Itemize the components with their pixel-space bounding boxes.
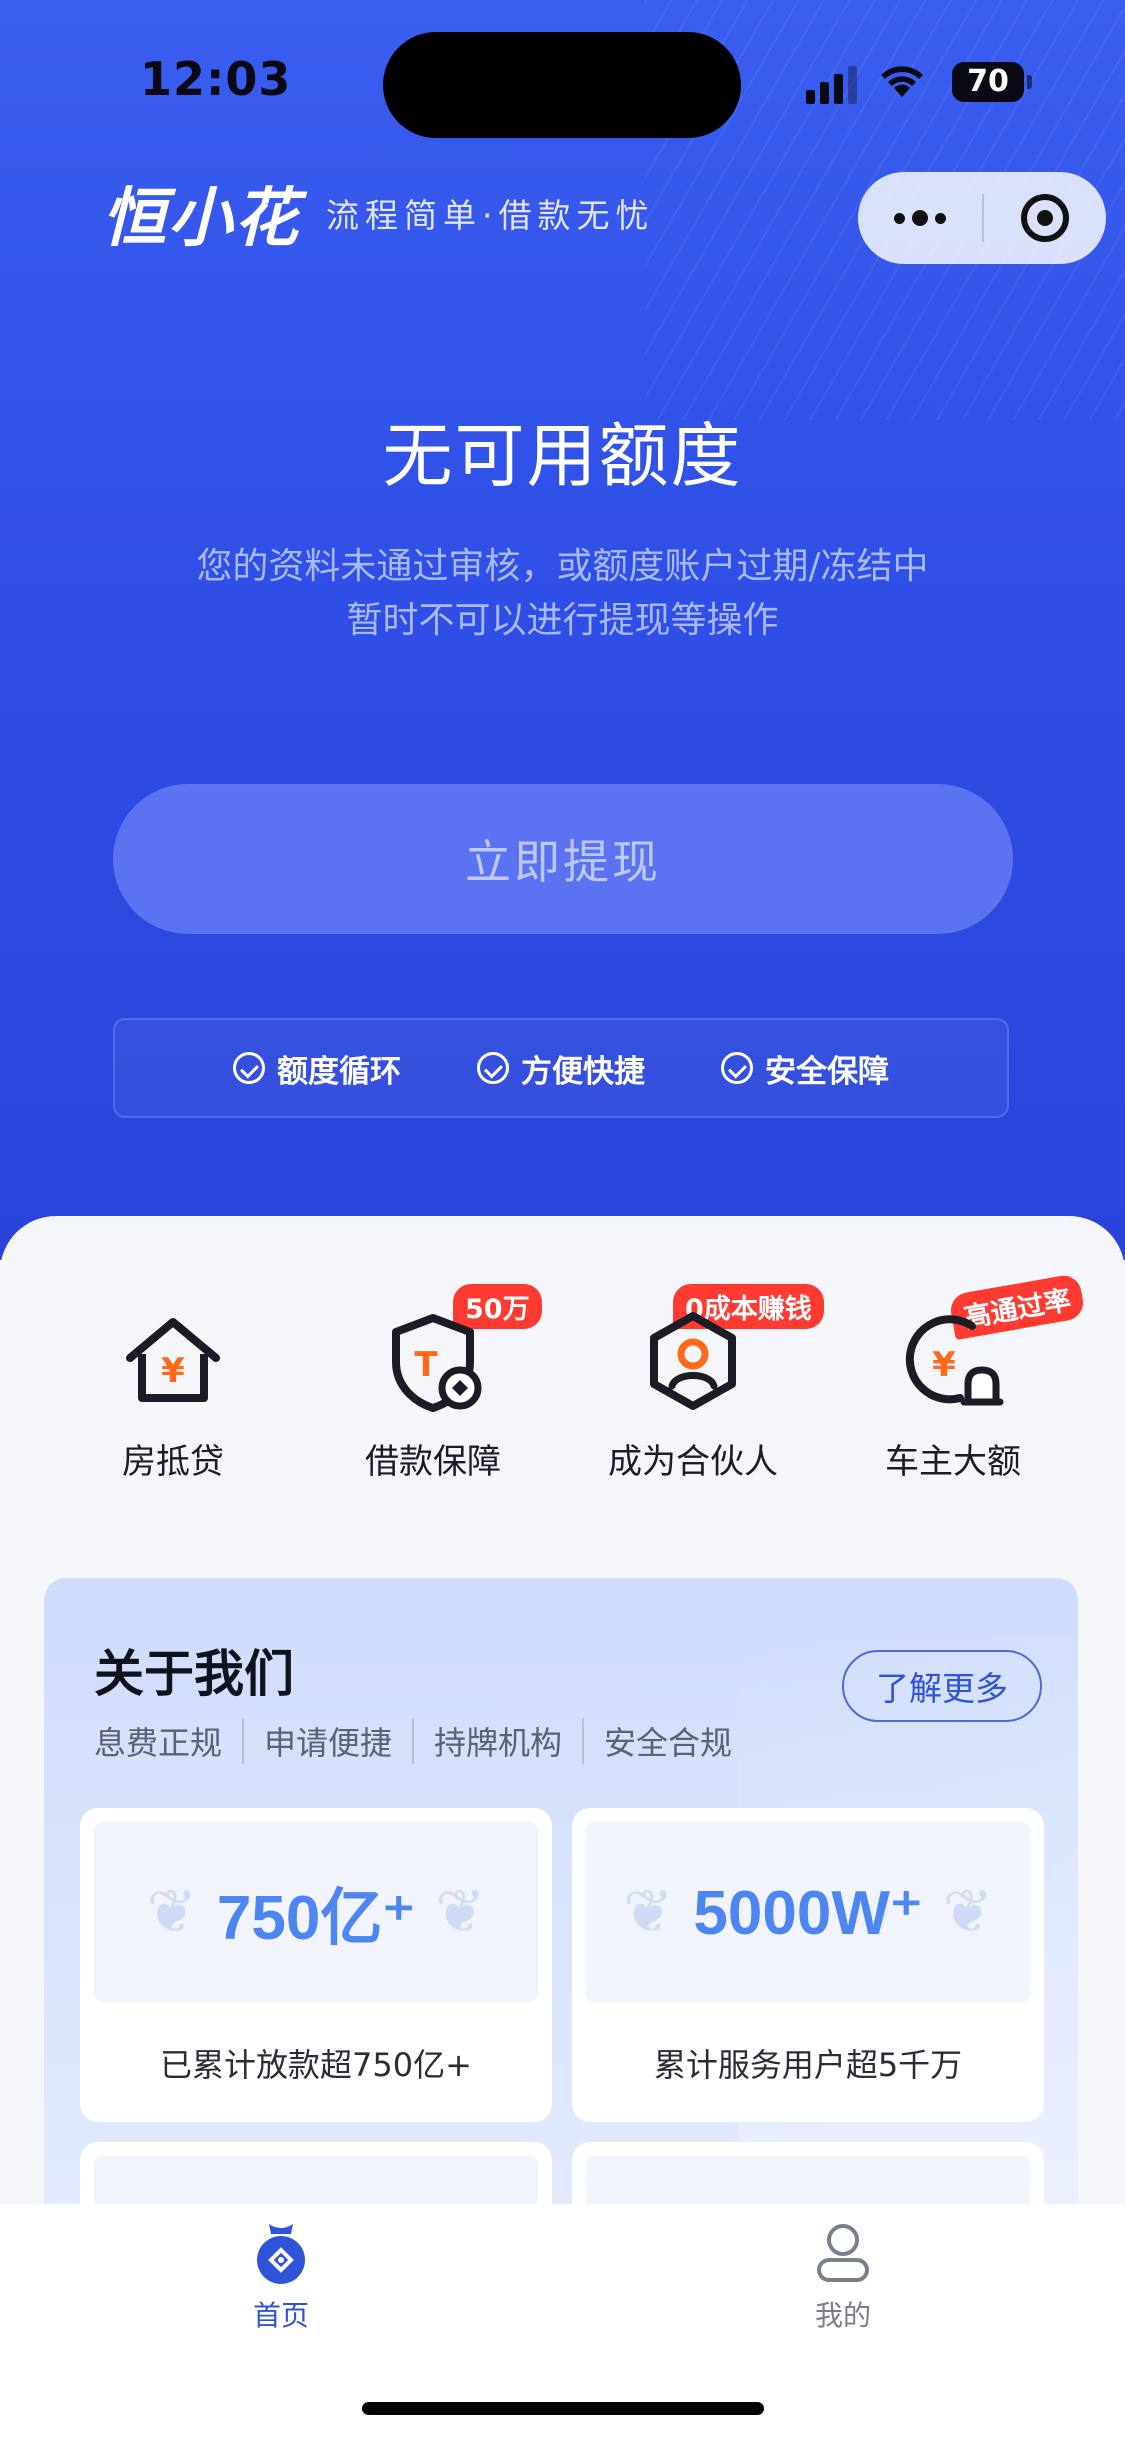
about-tag: 申请便捷	[242, 1718, 412, 1764]
status-time: 12:03	[140, 52, 292, 106]
svg-text:T: T	[414, 1345, 438, 1385]
about-tags: 息费正规 申请便捷 持牌机构 安全合规	[94, 1718, 752, 1764]
about-tag: 持牌机构	[412, 1718, 582, 1764]
about-us-card: 关于我们 了解更多 息费正规 申请便捷 持牌机构 安全合规 ❦ 750亿⁺ ❦ …	[44, 1578, 1078, 2238]
check-circle-icon	[721, 1052, 753, 1084]
partner-icon	[638, 1306, 748, 1416]
shield-icon: T	[378, 1306, 488, 1416]
app-logo: 恒小花	[102, 182, 300, 256]
service-car-owner[interactable]: 高通过率 ¥ 车主大额	[823, 1252, 1086, 1483]
tab-home[interactable]: 首页	[131, 2220, 431, 2334]
service-house-loan[interactable]: ¥ 房抵贷	[43, 1252, 303, 1483]
miniprogram-capsule	[858, 172, 1106, 264]
stat-value: 5000W⁺	[693, 1878, 923, 1948]
car-owner-icon: ¥	[898, 1306, 1008, 1416]
service-label: 房抵贷	[122, 1442, 224, 1482]
service-label: 借款保障	[365, 1442, 501, 1482]
signal-icon	[806, 64, 858, 104]
quota-description: 您的资料未通过审核，或额度账户过期/冻结中 暂时不可以进行提现等操作	[0, 540, 1125, 648]
service-partner[interactable]: 0成本赚钱 成为合伙人	[563, 1252, 824, 1483]
target-icon	[1021, 194, 1069, 242]
stat-label: 累计服务用户超5千万	[653, 2046, 963, 2084]
learn-more-button[interactable]: 了解更多	[842, 1650, 1042, 1722]
svg-text:¥: ¥	[932, 1345, 956, 1385]
home-indicator	[362, 2402, 764, 2415]
status-bar: 12:03 70	[0, 0, 1125, 160]
home-icon	[251, 2220, 311, 2284]
about-title: 关于我们	[94, 1645, 294, 1703]
stat-card-users: ❦ 5000W⁺ ❦ 累计服务用户超5千万	[572, 1808, 1044, 2122]
quota-desc-line2: 暂时不可以进行提现等操作	[346, 600, 779, 641]
about-tag: 安全合规	[582, 1718, 752, 1764]
feature-strip: 额度循环 方便快捷 安全保障	[113, 1018, 1009, 1118]
app-slogan: 流程简单·借款无忧	[326, 196, 655, 235]
feature-item: 额度循环	[233, 1046, 401, 1091]
service-label: 车主大额	[885, 1442, 1021, 1482]
dynamic-island	[383, 32, 741, 138]
stat-value-panel: ❦ 5000W⁺ ❦	[586, 1822, 1030, 2002]
stat-value: 750亿⁺	[216, 1884, 416, 1953]
withdraw-button[interactable]: 立即提现	[113, 784, 1013, 934]
laurel-left-icon: ❦	[146, 1877, 197, 1947]
stat-card-loans: ❦ 750亿⁺ ❦ 已累计放款超750亿+	[80, 1808, 552, 2122]
brand-header: 恒小花 流程简单·借款无忧	[102, 178, 655, 256]
house-yen-icon: ¥	[118, 1306, 228, 1416]
stat-value-panel: ❦ 750亿⁺ ❦	[94, 1822, 538, 2002]
quota-title: 无可用额度	[382, 415, 743, 497]
profile-icon	[813, 2220, 873, 2284]
laurel-right-icon: ❦	[435, 1877, 486, 1947]
service-loan-guarantee[interactable]: 50万 T 借款保障	[303, 1252, 563, 1483]
feature-label: 额度循环	[277, 1053, 401, 1090]
service-grid: ¥ 房抵贷 50万 T 借款保障 0成本赚钱 成为合伙人 高通过率 ¥ 车主大额	[0, 1252, 1125, 1512]
service-label: 成为合伙人	[608, 1442, 778, 1482]
wifi-icon	[880, 60, 924, 109]
tab-label: 首页	[252, 2299, 309, 2332]
tab-profile[interactable]: 我的	[693, 2220, 993, 2334]
feature-item: 安全保障	[721, 1046, 889, 1091]
feature-label: 安全保障	[765, 1053, 889, 1090]
feature-item: 方便快捷	[477, 1046, 645, 1091]
stat-label: 已累计放款超750亿+	[160, 2046, 472, 2084]
quota-desc-line1: 您的资料未通过审核，或额度账户过期/冻结中	[196, 546, 929, 587]
laurel-right-icon: ❦	[942, 1877, 993, 1947]
check-circle-icon	[233, 1052, 265, 1084]
tab-label: 我的	[814, 2299, 871, 2332]
about-tag: 息费正规	[94, 1724, 223, 1762]
laurel-left-icon: ❦	[623, 1877, 674, 1947]
more-options-button[interactable]	[858, 172, 982, 264]
feature-label: 方便快捷	[521, 1053, 645, 1090]
check-circle-icon	[477, 1052, 509, 1084]
battery-icon: 70	[952, 62, 1032, 102]
svg-text:¥: ¥	[161, 1351, 185, 1391]
close-miniprogram-button[interactable]	[984, 172, 1106, 264]
